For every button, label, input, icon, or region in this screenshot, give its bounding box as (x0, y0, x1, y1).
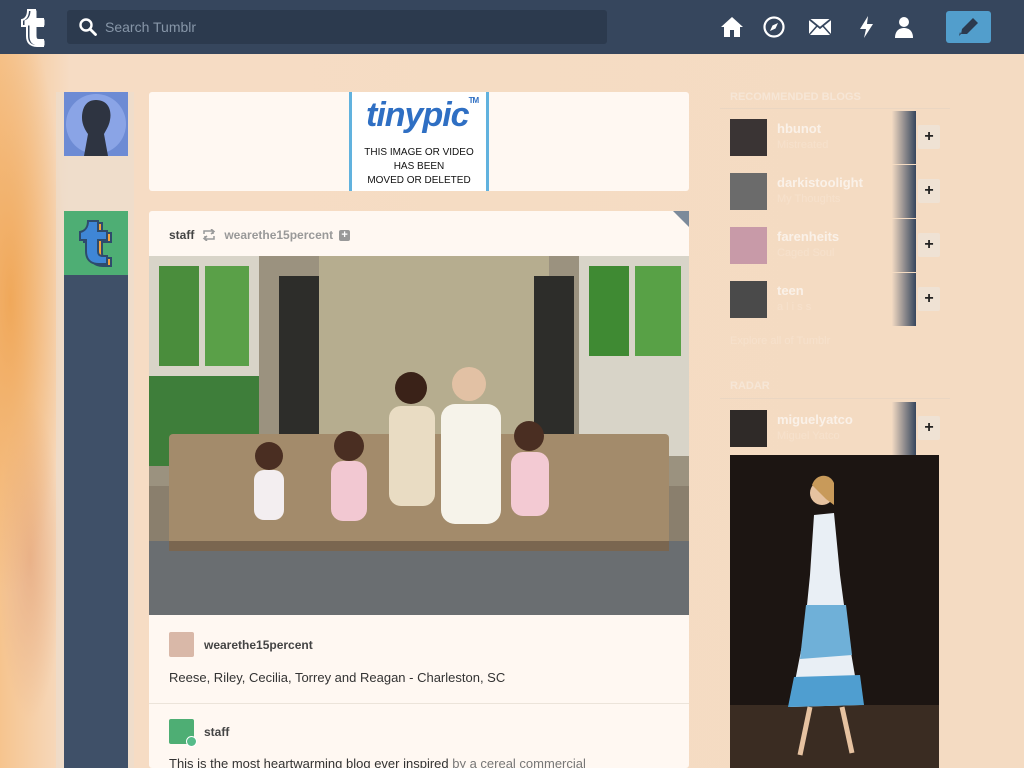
blog-title: Miguel Yatco (777, 430, 840, 442)
blog-avatar[interactable] (730, 281, 767, 318)
commenter-link[interactable]: staff (204, 725, 229, 739)
follow-blog-button[interactable]: + (918, 416, 940, 440)
caption-text: Reese, Riley, Cecilia, Torrey and Reagan… (169, 670, 506, 685)
comment-link[interactable]: by a cereal commercial (452, 756, 586, 768)
search-input[interactable] (105, 10, 585, 44)
reblog-divider (149, 703, 689, 704)
search-icon (79, 18, 97, 36)
activity-lightning-icon[interactable] (855, 15, 879, 39)
blog-avatar[interactable] (730, 173, 767, 210)
post-photo[interactable] (149, 256, 689, 615)
follow-blog-button[interactable]: + (918, 125, 940, 149)
blog-name[interactable]: miguelyatco (777, 412, 853, 427)
staff-tumblr-icon (79, 220, 112, 267)
post-author-link[interactable]: staff (169, 228, 194, 242)
search-bar[interactable] (67, 10, 607, 44)
post-broken-image: tinypicTM THIS IMAGE OR VIDEO HAS BEEN M… (149, 92, 689, 191)
commenter-avatar[interactable] (169, 719, 197, 747)
reblog-icon (203, 229, 216, 241)
compose-pencil-icon (959, 18, 978, 36)
tumblr-logo-icon[interactable] (14, 6, 54, 48)
follow-blog-button[interactable]: + (918, 179, 940, 203)
explore-compass-icon[interactable] (762, 15, 786, 39)
sidebar-divider (720, 398, 950, 399)
blog-avatar[interactable] (730, 227, 767, 264)
commenter-attribution: staff (169, 719, 229, 747)
comment-text: This is the most heartwarming blog ever … (169, 756, 586, 768)
blog-name[interactable]: teen (777, 283, 804, 298)
radar-blog[interactable]: miguelyatco Miguel Yatco + (730, 402, 940, 455)
radar-post-image[interactable] (730, 455, 939, 768)
tinypic-logo: tinypicTM (366, 96, 479, 134)
staff-avatar[interactable] (64, 211, 128, 275)
recommended-blogs-heading: RECOMMENDED BLOGS (730, 91, 861, 103)
user-avatar[interactable] (64, 92, 128, 156)
home-icon[interactable] (720, 15, 744, 39)
reblog-source-link[interactable]: wearethe15percent (224, 228, 333, 242)
blog-title: Mistreated (777, 139, 829, 151)
staff-avatar-sticky-strip (64, 275, 128, 768)
post-header: staff wearethe15percent + (169, 228, 351, 242)
blog-title: My Thoughts (777, 193, 841, 205)
blog-fade (892, 273, 916, 326)
post-corner-fold (673, 211, 689, 227)
runway-model-illustration (730, 455, 939, 768)
blog-fade (892, 165, 916, 218)
top-navigation-bar (0, 0, 1024, 54)
follow-source-button[interactable]: + (339, 229, 351, 241)
blog-name[interactable]: darkistoolight (777, 175, 863, 190)
silhouette-icon (66, 94, 126, 156)
blog-name[interactable]: hbunot (777, 121, 821, 136)
sidebar-divider (720, 108, 950, 109)
account-user-icon[interactable] (892, 15, 916, 39)
tinypic-placeholder-image: tinypicTM THIS IMAGE OR VIDEO HAS BEEN M… (349, 92, 489, 191)
recommended-blog[interactable]: farenheits Caged Soul + (730, 219, 940, 272)
blog-avatar[interactable] (730, 119, 767, 156)
explore-all-link[interactable]: Explore all of Tumblr (730, 335, 830, 347)
reblog-badge-icon (186, 736, 197, 747)
follow-blog-button[interactable]: + (918, 233, 940, 257)
blog-fade (892, 219, 916, 272)
caption-attribution: wearethe15percent (169, 632, 313, 657)
post-staff-reblog: staff wearethe15percent + wearethe15perc… (149, 211, 689, 768)
follow-blog-button[interactable]: + (918, 287, 940, 311)
blog-fade (892, 402, 916, 455)
caption-user-avatar[interactable] (169, 632, 194, 657)
caption-user-link[interactable]: wearethe15percent (204, 638, 313, 652)
family-photo-illustration (149, 256, 689, 615)
blog-fade (892, 111, 916, 164)
blog-title: a l i s s (777, 301, 812, 313)
blog-avatar[interactable] (730, 410, 767, 447)
blog-title: Caged Soul (777, 247, 835, 259)
removed-message: THIS IMAGE OR VIDEO HAS BEEN MOVED OR DE… (364, 147, 474, 186)
radar-heading: RADAR (730, 380, 770, 392)
recommended-blog[interactable]: teen a l i s s + (730, 273, 940, 326)
compose-button[interactable] (946, 11, 991, 43)
blog-name[interactable]: farenheits (777, 229, 839, 244)
recommended-blog[interactable]: darkistoolight My Thoughts + (730, 165, 940, 218)
recommended-blog[interactable]: hbunot Mistreated + (730, 111, 940, 164)
mail-icon[interactable] (808, 15, 832, 39)
